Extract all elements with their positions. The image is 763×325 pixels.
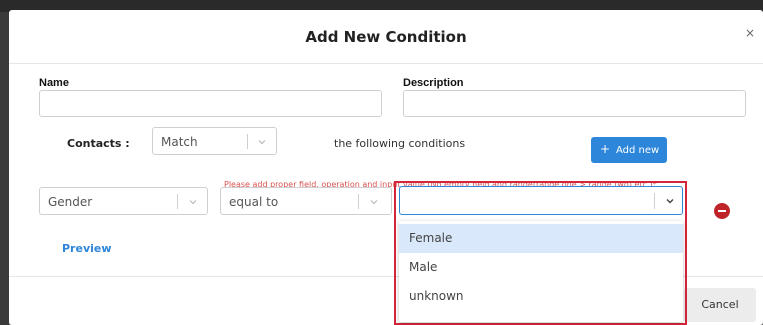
value-select[interactable] <box>399 186 683 215</box>
option-unknown[interactable]: unknown <box>399 282 683 311</box>
backdrop-left <box>0 0 9 325</box>
add-condition-modal: Add New Condition × Name Description Con… <box>9 10 763 325</box>
following-conditions-text: the following conditions <box>334 137 466 150</box>
value-dropdown-highlight: Female Male unknown <box>394 181 687 325</box>
chevron-down-icon <box>258 140 266 145</box>
add-new-button[interactable]: + Add new <box>591 137 667 163</box>
modal-header: Add New Condition × <box>9 10 763 64</box>
select-separator <box>177 194 178 209</box>
field-select[interactable]: Gender <box>39 187 208 215</box>
close-icon[interactable]: × <box>745 26 755 40</box>
preview-link[interactable]: Preview <box>62 242 112 255</box>
option-male[interactable]: Male <box>399 253 683 282</box>
match-select[interactable]: Match <box>152 127 277 155</box>
name-label: Name <box>39 77 69 89</box>
contacts-label: Contacts : <box>67 137 130 150</box>
value-dropdown-menu: Female Male unknown <box>399 221 683 322</box>
operation-select[interactable]: equal to <box>220 187 392 215</box>
select-separator <box>654 193 655 209</box>
remove-icon <box>718 210 726 212</box>
chevron-down-icon <box>370 200 378 205</box>
cancel-button[interactable]: Cancel <box>684 288 756 322</box>
operation-select-value: equal to <box>229 195 279 209</box>
add-new-label: Add new <box>616 145 660 156</box>
select-separator <box>247 134 248 149</box>
description-label: Description <box>403 77 464 89</box>
remove-condition-button[interactable] <box>714 203 730 219</box>
chevron-down-icon <box>189 200 197 205</box>
match-select-value: Match <box>161 135 198 149</box>
name-input[interactable] <box>39 90 382 117</box>
description-input[interactable] <box>403 90 746 117</box>
option-female[interactable]: Female <box>399 224 683 253</box>
modal-title: Add New Condition <box>305 28 467 46</box>
plus-icon: + <box>600 142 611 156</box>
chevron-down-icon <box>666 199 674 204</box>
select-separator <box>358 194 359 209</box>
field-select-value: Gender <box>48 195 93 209</box>
